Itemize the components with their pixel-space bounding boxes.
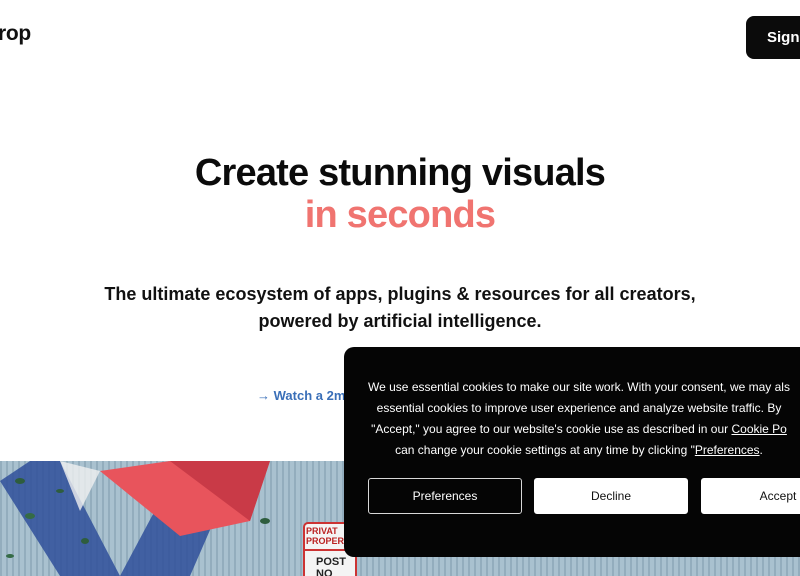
leaf-2 — [56, 489, 64, 493]
cookie-message: We use essential cookies to make our sit… — [344, 377, 800, 461]
hero-title: Create stunning visuals — [194, 152, 606, 194]
leaf-1 — [15, 478, 25, 484]
preferences-link[interactable]: Preferences — [695, 443, 760, 457]
page: rop Sign-up Create stunning visuals in s… — [0, 0, 800, 576]
site-logo[interactable]: rop — [0, 22, 31, 46]
sign-line-3: POST — [316, 556, 346, 568]
preferences-button[interactable]: Preferences — [368, 478, 522, 514]
leaf-6 — [260, 518, 270, 524]
accept-button[interactable]: Accept — [701, 478, 800, 514]
cookie-line-1: We use essential cookies to make our sit… — [368, 380, 790, 394]
cookie-line-3: "Accept," you agree to our website's coo… — [344, 419, 800, 440]
signup-button[interactable]: Sign-up — [746, 16, 800, 59]
cookie-line-3-text: "Accept," you agree to our website's coo… — [371, 422, 732, 436]
cookie-consent-banner: We use essential cookies to make our sit… — [344, 347, 800, 557]
sign-line-4: NO — [316, 568, 333, 576]
leaf-3 — [25, 513, 35, 519]
cookie-line-4-text: can change your cookie settings at any t… — [395, 443, 695, 457]
cookie-line-4: can change your cookie settings at any t… — [344, 440, 800, 461]
sign-text-2: POST NO — [316, 556, 356, 576]
hero-subtitle-line2: powered by artificial intelligence. — [258, 311, 542, 331]
hero-subtitle: The ultimate ecosystem of apps, plugins … — [0, 281, 800, 335]
site-header: rop Sign-up — [0, 0, 800, 72]
cookie-line-4-end: . — [759, 443, 763, 457]
cookie-policy-link[interactable]: Cookie Po — [731, 422, 786, 436]
decline-button[interactable]: Decline — [534, 478, 688, 514]
hero-subtitle-line1: The ultimate ecosystem of apps, plugins … — [104, 284, 696, 304]
hero-title-accent: in seconds — [304, 194, 496, 236]
cookie-line-2: essential cookies to improve user experi… — [376, 401, 782, 415]
leaf-4 — [81, 538, 89, 544]
watch-video-link[interactable]: → Watch a 2m — [257, 388, 345, 403]
leaf-5 — [6, 554, 14, 558]
